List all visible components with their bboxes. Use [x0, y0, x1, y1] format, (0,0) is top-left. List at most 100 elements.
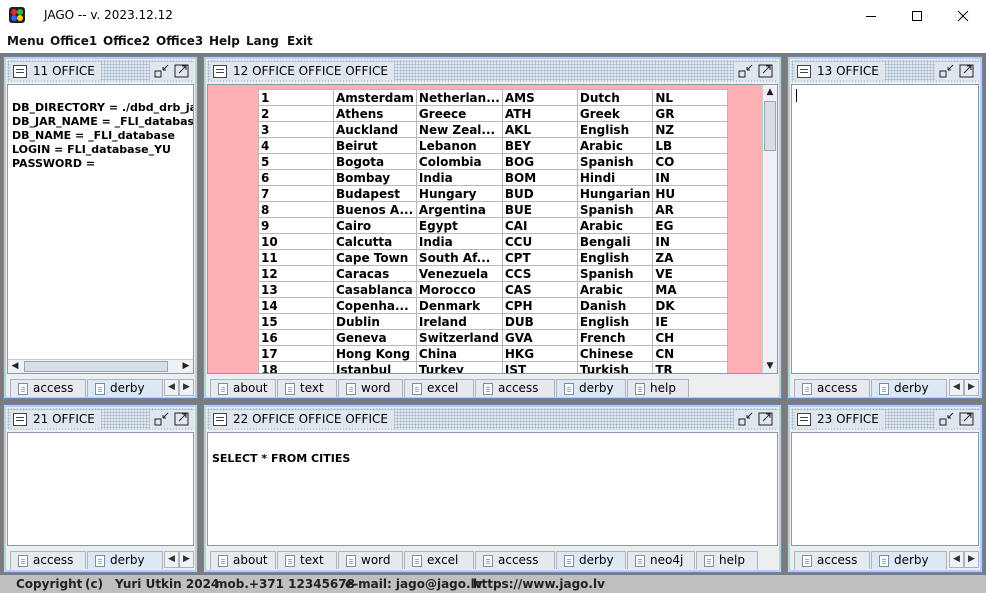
table-cell[interactable]: CCS: [501, 265, 578, 282]
table-cell[interactable]: Spanish: [576, 153, 654, 170]
table-row[interactable]: 3 Auckland New Zeal... AKL English NZ: [258, 121, 729, 138]
arrow-left-icon[interactable]: ◀: [164, 379, 179, 396]
table-cell[interactable]: English: [576, 249, 654, 266]
table-cell[interactable]: Beirut: [333, 137, 417, 154]
table-row[interactable]: 13 Casablanca Morocco CAS Arabic MA: [258, 281, 729, 298]
table-cell[interactable]: 11: [258, 249, 334, 266]
table-cell[interactable]: Hungarian: [576, 185, 654, 202]
table-row[interactable]: 16 Geneva Switzerland GVA French CH: [258, 329, 729, 346]
tab-derby[interactable]: derby: [556, 379, 626, 397]
table-cell[interactable]: 18: [258, 361, 334, 373]
table-cell[interactable]: 15: [258, 313, 334, 330]
table-cell[interactable]: Budapest: [333, 185, 417, 202]
table-cell[interactable]: Spanish: [576, 265, 654, 282]
table-cell[interactable]: IN: [652, 233, 729, 250]
table-cell[interactable]: Casablanca: [333, 281, 417, 298]
table-cell[interactable]: 12: [258, 265, 334, 282]
table-cell[interactable]: French: [576, 329, 654, 346]
tab-help[interactable]: help: [627, 379, 689, 397]
table-cell[interactable]: Cairo: [333, 217, 417, 234]
iconify-icon[interactable]: [154, 63, 170, 79]
menu-office2[interactable]: Office2: [103, 34, 150, 48]
frame-menu-icon[interactable]: [13, 413, 27, 426]
table-cell[interactable]: India: [415, 233, 503, 250]
tab-derby[interactable]: derby: [871, 379, 947, 397]
arrow-right-icon[interactable]: ▶: [179, 379, 194, 396]
table-cell[interactable]: Argentina: [415, 201, 503, 218]
tab-access[interactable]: access: [10, 551, 86, 569]
iconify-icon[interactable]: [939, 63, 955, 79]
table-cell[interactable]: 13: [258, 281, 334, 298]
table-cell[interactable]: ZA: [652, 249, 729, 266]
tab-word[interactable]: word: [338, 551, 403, 569]
menu-office3[interactable]: Office3: [156, 34, 203, 48]
table-cell[interactable]: CN: [652, 345, 729, 362]
frame-menu-icon[interactable]: [213, 65, 227, 78]
frame-titlebar[interactable]: 12 OFFICE OFFICE OFFICE: [207, 60, 778, 82]
text-area[interactable]: [791, 432, 979, 546]
table-cell[interactable]: CO: [652, 153, 729, 170]
table-cell[interactable]: CAI: [501, 217, 578, 234]
table-row[interactable]: 14 Copenha... Denmark CPH Danish DK: [258, 297, 729, 314]
table-cell[interactable]: Athens: [333, 105, 417, 122]
table-cell[interactable]: Caracas: [333, 265, 417, 282]
table-cell[interactable]: BUE: [501, 201, 578, 218]
arrow-up-icon[interactable]: ▲: [763, 85, 777, 99]
table-cell[interactable]: India: [415, 169, 503, 186]
table-cell[interactable]: Spanish: [576, 201, 654, 218]
arrow-right-icon[interactable]: ▶: [179, 551, 194, 568]
table-cell[interactable]: 8: [258, 201, 334, 218]
frame-titlebar[interactable]: 23 OFFICE: [791, 408, 979, 430]
table-cell[interactable]: Auckland: [333, 121, 417, 138]
tab-excel[interactable]: excel: [404, 379, 474, 397]
table-cell[interactable]: 2: [258, 105, 334, 122]
table-cell[interactable]: ATH: [501, 105, 578, 122]
tab-word[interactable]: word: [338, 379, 403, 397]
vertical-scrollbar[interactable]: ▲ ▼: [762, 85, 777, 373]
maximize-frame-icon[interactable]: [174, 63, 190, 79]
iconify-icon[interactable]: [738, 63, 754, 79]
table-cell[interactable]: 5: [258, 153, 334, 170]
tab-derby[interactable]: derby: [871, 551, 947, 569]
status-website-link[interactable]: https://www.jago.lv: [473, 577, 605, 591]
maximize-frame-icon[interactable]: [959, 63, 975, 79]
tab-access[interactable]: access: [794, 379, 870, 397]
table-cell[interactable]: New Zeal...: [415, 121, 503, 138]
table-cell[interactable]: CAS: [501, 281, 578, 298]
arrow-left-icon[interactable]: ◀: [164, 551, 179, 568]
tab-access[interactable]: access: [475, 379, 555, 397]
maximize-frame-icon[interactable]: [959, 411, 975, 427]
maximize-frame-icon[interactable]: [758, 411, 774, 427]
tab-text[interactable]: text: [277, 379, 337, 397]
table-cell[interactable]: Danish: [576, 297, 654, 314]
table-cell[interactable]: Amsterdam: [333, 89, 417, 106]
table-cell[interactable]: 4: [258, 137, 334, 154]
table-cell[interactable]: Copenha...: [333, 297, 417, 314]
table-cell[interactable]: AKL: [501, 121, 578, 138]
iconify-icon[interactable]: [939, 411, 955, 427]
table-cell[interactable]: GVA: [501, 329, 578, 346]
sql-editor[interactable]: SELECT * FROM CITIES: [207, 432, 778, 546]
table-cell[interactable]: 17: [258, 345, 334, 362]
table-cell[interactable]: Egypt: [415, 217, 503, 234]
table-cell[interactable]: Denmark: [415, 297, 503, 314]
table-cell[interactable]: Cape Town: [333, 249, 417, 266]
table-cell[interactable]: CPT: [501, 249, 578, 266]
scrollbar-thumb[interactable]: [764, 101, 776, 151]
table-cell[interactable]: 16: [258, 329, 334, 346]
table-cell[interactable]: EG: [652, 217, 729, 234]
menu-help[interactable]: Help: [209, 34, 240, 48]
tab-text[interactable]: text: [277, 551, 337, 569]
tab-access[interactable]: access: [475, 551, 555, 569]
table-cell[interactable]: Netherlan...: [415, 89, 503, 106]
table-cell[interactable]: DUB: [501, 313, 578, 330]
table-cell[interactable]: Dutch: [576, 89, 654, 106]
table-cell[interactable]: HKG: [501, 345, 578, 362]
menu-office1[interactable]: Office1: [50, 34, 97, 48]
frame-content[interactable]: DB_DIRECTORY = ./dbd_drb_jar DB_JAR_NAME…: [7, 84, 194, 374]
arrow-left-icon[interactable]: ◀: [949, 551, 964, 568]
table-cell[interactable]: BOG: [501, 153, 578, 170]
table-cell[interactable]: Venezuela: [415, 265, 503, 282]
table-cell[interactable]: 9: [258, 217, 334, 234]
table-cell[interactable]: IST: [501, 361, 578, 373]
